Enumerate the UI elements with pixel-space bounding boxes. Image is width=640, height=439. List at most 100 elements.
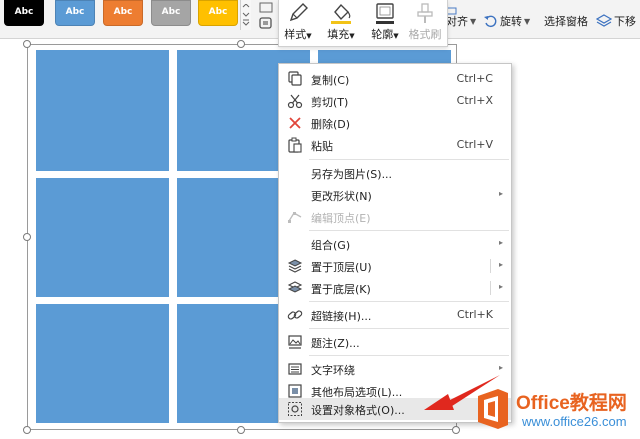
chevron-right-icon: ▸ (498, 363, 503, 372)
menu-item-shortcut: Ctrl+V (456, 138, 493, 151)
cut-icon (287, 94, 303, 109)
office-logo-icon (478, 389, 508, 429)
menu-item-save-as-picture[interactable]: 另存为图片(S)... (279, 162, 511, 184)
menu-item-cut[interactable]: 剪切(T) Ctrl+X (279, 90, 511, 112)
style-swatch-gray[interactable]: Abc (151, 0, 191, 26)
chevron-right-icon: ▸ (498, 238, 503, 247)
style-tool-button[interactable]: 样式▼ (283, 2, 313, 44)
menu-item-label: 文字环绕 (311, 364, 355, 377)
style-swatch-blue[interactable]: Abc (55, 0, 95, 26)
menu-item-label: 复制(C) (311, 74, 350, 87)
align-button[interactable]: 对齐 ▼ (446, 12, 476, 30)
delete-icon (289, 117, 301, 129)
chevron-right-icon[interactable]: ▸ (499, 260, 503, 269)
style-swatch-black[interactable]: Abc (4, 0, 44, 26)
menu-separator (309, 328, 509, 329)
menu-item-paste[interactable]: 粘贴 Ctrl+V (279, 134, 511, 156)
fill-tool-label: 填充 (327, 28, 350, 41)
shape-format-toolbar: 样式▼ 填充▼ 轮廓▼ 格式刷 (278, 0, 448, 47)
format-painter-icon (417, 3, 433, 23)
selection-pane-label: 选择窗格 (544, 15, 588, 28)
menu-separator (309, 355, 509, 356)
fill-bucket-icon (331, 3, 351, 24)
shape-rect[interactable] (36, 178, 169, 297)
watermark-url: www.office26.com (522, 414, 627, 429)
style-swatch-orange[interactable]: Abc (103, 0, 143, 26)
chevron-down-icon: ▼ (470, 16, 477, 26)
menu-item-label: 另存为图片(S)... (311, 168, 393, 181)
outline-icon (376, 3, 394, 24)
menu-item-label: 组合(G) (311, 239, 351, 252)
menu-item-hyperlink[interactable]: 超链接(H)... Ctrl+K (279, 304, 511, 326)
menu-item-copy[interactable]: 复制(C) Ctrl+C (279, 68, 511, 90)
menu-item-group[interactable]: 组合(G) ▸ (279, 233, 511, 255)
menu-item-label: 删除(D) (311, 118, 351, 131)
resize-handle-top-left[interactable] (23, 40, 31, 48)
style-swatch-yellow[interactable]: Abc (198, 0, 238, 26)
move-down-button[interactable]: 下移 (596, 12, 636, 30)
resize-handle-top[interactable] (237, 40, 245, 48)
align-label: 对齐 (446, 15, 468, 28)
resize-handle-left[interactable] (23, 233, 31, 241)
rotate-label: 旋转 (500, 15, 522, 28)
style-tool-label: 样式 (284, 28, 307, 41)
resize-handle-bottom-left[interactable] (23, 426, 31, 434)
menu-separator (309, 230, 509, 231)
menu-item-shortcut: Ctrl+K (456, 308, 493, 321)
menu-item-label: 设置对象格式(O)... (311, 404, 405, 417)
chevron-down-icon: ▼ (349, 32, 355, 40)
chevron-down-icon: ▼ (524, 16, 531, 26)
swatch-gallery-scroll[interactable] (240, 0, 251, 30)
menu-item-label: 剪切(T) (311, 96, 349, 109)
menu-item-label: 超链接(H)... (311, 310, 372, 323)
selection-pane-button[interactable]: 选择窗格 (544, 12, 588, 30)
chevron-down-icon: ▼ (393, 32, 399, 40)
menu-item-label: 粘贴 (311, 140, 333, 153)
outline-tool-label: 轮廓 (371, 28, 394, 41)
context-menu: 复制(C) Ctrl+C 剪切(T) Ctrl+X 删除(D) 粘贴 Ctrl+… (278, 63, 512, 423)
layers-down-icon (596, 14, 612, 27)
resize-handle-bottom-right[interactable] (452, 426, 460, 434)
outline-tool-button[interactable]: 轮廓▼ (367, 2, 403, 44)
shape-effects-icon[interactable] (258, 17, 274, 31)
fill-tool-button[interactable]: 填充▼ (323, 2, 359, 44)
menu-item-caption[interactable]: 题注(Z)... (279, 331, 511, 353)
quick-style-icon[interactable] (258, 2, 274, 16)
menu-item-label: 编辑顶点(E) (311, 212, 371, 225)
caption-icon (288, 335, 302, 349)
menu-item-edit-points[interactable]: 编辑顶点(E) (279, 206, 511, 228)
menu-item-delete[interactable]: 删除(D) (279, 112, 511, 134)
watermark: Office教程网 www.office26.com (470, 386, 638, 436)
watermark-title: Office教程网 (516, 393, 627, 414)
gallery-more-icon (242, 4, 250, 26)
menu-item-bring-to-front[interactable]: 置于顶层(U) ▸ (279, 255, 511, 277)
bring-to-front-icon (287, 259, 303, 273)
hyperlink-icon (287, 310, 303, 320)
paste-icon (288, 137, 302, 153)
chevron-right-icon[interactable]: ▸ (499, 282, 503, 291)
copy-icon (288, 71, 302, 86)
send-to-back-icon (287, 281, 303, 293)
shape-rect[interactable] (36, 304, 169, 423)
menu-item-label: 置于底层(K) (311, 283, 371, 296)
layout-options-icon (288, 384, 302, 398)
chevron-right-icon: ▸ (498, 189, 503, 198)
format-painter-button[interactable]: 格式刷 (407, 2, 443, 44)
rotate-icon (484, 15, 497, 28)
menu-item-label: 置于顶层(U) (311, 261, 372, 274)
chevron-down-icon: ▼ (306, 32, 312, 40)
resize-handle-bottom[interactable] (237, 426, 245, 434)
text-wrap-icon (288, 363, 302, 375)
format-painter-label: 格式刷 (408, 28, 442, 41)
rotate-button[interactable]: 旋转 ▼ (484, 12, 530, 30)
menu-item-send-to-back[interactable]: 置于底层(K) ▸ (279, 277, 511, 299)
menu-split-divider (490, 281, 491, 295)
format-object-icon (288, 402, 302, 416)
menu-item-shortcut: Ctrl+X (456, 94, 493, 107)
edit-points-icon (288, 212, 302, 223)
menu-separator (309, 159, 509, 160)
menu-item-change-shape[interactable]: 更改形状(N) ▸ (279, 184, 511, 206)
menu-item-label: 题注(Z)... (311, 337, 360, 350)
shape-rect[interactable] (36, 50, 169, 171)
menu-item-label: 更改形状(N) (311, 190, 372, 203)
